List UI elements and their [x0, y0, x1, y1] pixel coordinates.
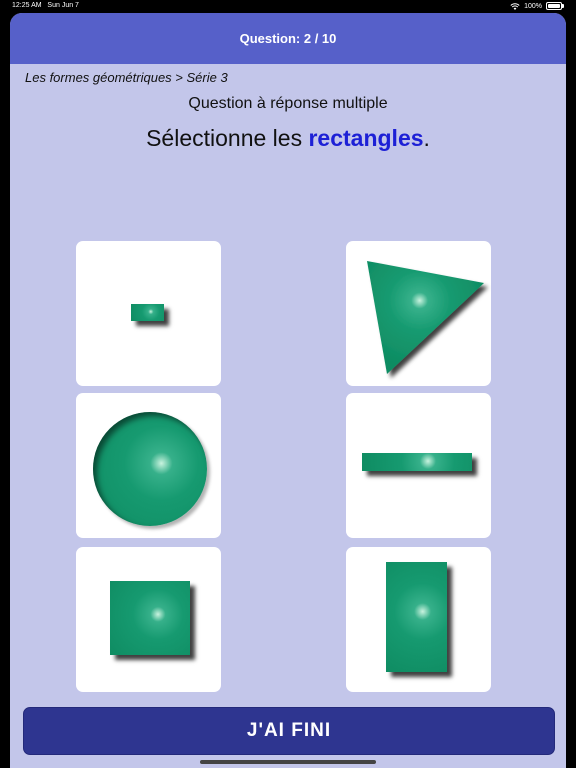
tall-rectangle-shape — [386, 562, 447, 672]
question-instruction: Sélectionne les rectangles. — [10, 125, 566, 152]
answer-card-tall-rectangle[interactable] — [346, 547, 491, 692]
wifi-icon — [510, 2, 520, 10]
status-time: 12:25 AM — [12, 2, 42, 9]
battery-icon — [546, 2, 564, 10]
status-time-date: 12:25 AM Sun Jun 7 — [12, 2, 79, 9]
answer-card-circle[interactable] — [76, 393, 221, 538]
question-counter: Question: 2 / 10 — [239, 31, 337, 46]
question-type: Question à réponse multiple — [188, 95, 388, 112]
answer-card-triangle[interactable] — [346, 241, 491, 386]
circle-shape — [93, 412, 207, 526]
status-right: 100% — [510, 2, 564, 10]
battery-percent: 100% — [524, 2, 542, 10]
status-date: Sun Jun 7 — [47, 2, 79, 9]
instruction-highlight: rectangles — [308, 125, 424, 151]
done-button[interactable]: J'AI FINI — [23, 707, 555, 755]
thin-rectangle-shape — [362, 453, 472, 471]
square-shape — [110, 581, 190, 655]
instruction-prefix: Sélectionne les — [146, 125, 309, 151]
done-button-label: J'AI FINI — [246, 720, 332, 741]
instruction-suffix: . — [423, 125, 430, 151]
answer-card-small-rectangle[interactable] — [76, 241, 221, 386]
small-rectangle-shape — [131, 304, 164, 321]
home-indicator[interactable] — [200, 760, 376, 764]
answer-card-thin-rectangle[interactable] — [346, 393, 491, 538]
quiz-screen: Question: 2 / 10 Les formes géométriques… — [10, 13, 566, 768]
status-bar: 12:25 AM Sun Jun 7 100% — [0, 0, 576, 13]
breadcrumb: Les formes géométriques > Série 3 — [25, 70, 228, 85]
question-header: Question: 2 / 10 — [10, 13, 566, 64]
triangle-shape — [367, 261, 484, 374]
answer-card-square[interactable] — [76, 547, 221, 692]
